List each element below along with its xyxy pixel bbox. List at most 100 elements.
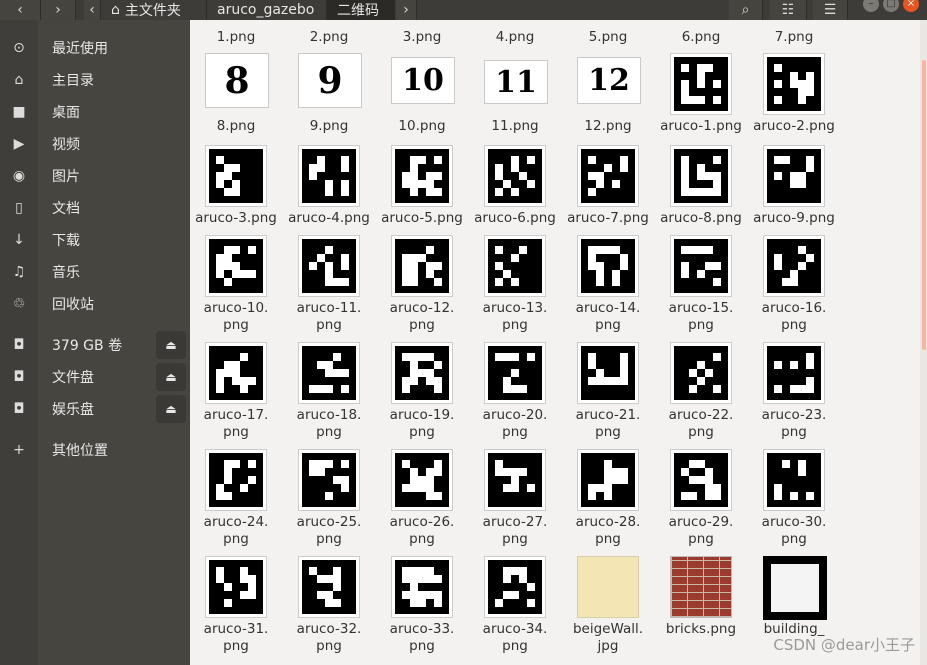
scrollbar-thumb[interactable] bbox=[922, 60, 926, 350]
marker-cell bbox=[596, 262, 604, 270]
sidebar-item[interactable]: ⊙ 最近使用 bbox=[0, 33, 190, 63]
forward-button[interactable]: › bbox=[41, 0, 76, 20]
file-item[interactable]: aruco-23. png bbox=[748, 342, 840, 452]
marker-cell bbox=[713, 80, 721, 88]
sidebar-item[interactable]: ⌂ 主目录 bbox=[0, 65, 190, 95]
marker-cell bbox=[495, 278, 503, 286]
thumbnail-number: 10 bbox=[402, 63, 444, 98]
file-item[interactable]: aruco-31. png bbox=[190, 556, 282, 665]
sidebar-item[interactable]: ■ 桌面 bbox=[0, 97, 190, 127]
marker-pattern bbox=[488, 346, 542, 400]
marker-cell bbox=[224, 164, 232, 172]
marker-cell bbox=[511, 369, 519, 377]
maximize-icon: □ bbox=[886, 0, 896, 9]
file-item[interactable]: aruco-14. png bbox=[562, 235, 654, 345]
sidebar-item-label: 其他位置 bbox=[52, 443, 108, 459]
aruco-marker-thumbnail bbox=[205, 556, 267, 618]
marker-cell bbox=[434, 460, 442, 468]
file-item[interactable]: aruco-34. png bbox=[469, 556, 561, 665]
marker-cell bbox=[410, 270, 418, 278]
marker-cell bbox=[402, 567, 410, 575]
maximize-button[interactable]: □ bbox=[883, 0, 899, 12]
sidebar-item-other-locations[interactable]: + 其他位置 bbox=[0, 435, 190, 465]
file-item[interactable]: aruco-27. png bbox=[469, 449, 561, 559]
file-item[interactable]: aruco-17. png bbox=[190, 342, 282, 452]
file-name[interactable]: 7.png bbox=[748, 29, 840, 46]
file-item[interactable]: aruco-30. png bbox=[748, 449, 840, 559]
file-item[interactable]: aruco-33. png bbox=[376, 556, 468, 665]
breadcrumb-aruco-gazebo[interactable]: aruco_gazebo bbox=[207, 0, 327, 20]
vertical-scrollbar[interactable] bbox=[920, 20, 927, 665]
close-button[interactable]: × bbox=[903, 0, 919, 12]
breadcrumb-scroll-left[interactable]: ‹ bbox=[84, 0, 101, 20]
marker-cell bbox=[588, 377, 596, 385]
marker-pattern bbox=[209, 239, 263, 293]
file-item[interactable]: aruco-26. png bbox=[376, 449, 468, 559]
sidebar-drive[interactable]: ◘ 379 GB 卷 ⏏ bbox=[0, 330, 190, 360]
file-item[interactable]: beigeWall. jpg bbox=[562, 556, 654, 665]
sidebar-item[interactable]: ↓ 下载 bbox=[0, 225, 190, 255]
back-button[interactable]: ‹ bbox=[0, 0, 41, 20]
eject-button[interactable]: ⏏ bbox=[156, 395, 186, 423]
search-button[interactable]: ⌕ bbox=[729, 0, 763, 20]
file-item[interactable]: aruco-20. png bbox=[469, 342, 561, 452]
marker-cell bbox=[224, 583, 232, 591]
file-name[interactable]: 2.png bbox=[283, 29, 375, 46]
sidebar-item[interactable]: ♫ 音乐 bbox=[0, 257, 190, 287]
file-item[interactable]: aruco-25. png bbox=[283, 449, 375, 559]
marker-cell bbox=[325, 575, 333, 583]
file-item[interactable]: aruco-24. png bbox=[190, 449, 282, 559]
file-name: aruco-31. png bbox=[203, 621, 269, 654]
marker-cell bbox=[317, 164, 325, 172]
sidebar-item[interactable]: ◉ 图片 bbox=[0, 161, 190, 191]
file-name[interactable]: 3.png bbox=[376, 29, 468, 46]
marker-cell bbox=[418, 575, 426, 583]
file-item[interactable]: aruco-19. png bbox=[376, 342, 468, 452]
eject-button[interactable]: ⏏ bbox=[156, 363, 186, 391]
marker-cell bbox=[418, 180, 426, 188]
file-item[interactable]: aruco-11. png bbox=[283, 235, 375, 345]
file-name[interactable]: 1.png bbox=[190, 29, 282, 46]
marker-pattern bbox=[395, 346, 449, 400]
chevron-left-icon: ‹ bbox=[17, 2, 23, 18]
minimize-button[interactable]: – bbox=[863, 0, 879, 12]
file-item[interactable]: bricks.png bbox=[655, 556, 747, 665]
sidebar-drive[interactable]: ◘ 文件盘 ⏏ bbox=[0, 362, 190, 392]
marker-cell bbox=[402, 484, 410, 492]
breadcrumb-scroll-right[interactable]: › bbox=[396, 0, 417, 20]
marker-cell bbox=[790, 361, 798, 369]
file-item[interactable]: aruco-22. png bbox=[655, 342, 747, 452]
file-item[interactable]: aruco-16. png bbox=[748, 235, 840, 345]
file-item[interactable]: aruco-10. png bbox=[190, 235, 282, 345]
view-options-button[interactable]: ☷ bbox=[770, 0, 807, 20]
breadcrumb-home[interactable]: ⌂ 主文件夹 bbox=[101, 0, 207, 20]
sidebar-item[interactable]: ▯ 文档 bbox=[0, 193, 190, 223]
file-item[interactable]: aruco-12. png bbox=[376, 235, 468, 345]
marker-cell bbox=[782, 278, 790, 286]
file-item[interactable]: aruco-18. png bbox=[283, 342, 375, 452]
marker-cell bbox=[620, 377, 628, 385]
file-item[interactable]: aruco-28. png bbox=[562, 449, 654, 559]
marker-cell bbox=[798, 246, 806, 254]
marker-cell bbox=[612, 180, 620, 188]
marker-cell bbox=[325, 599, 333, 607]
file-item[interactable]: aruco-21. png bbox=[562, 342, 654, 452]
sidebar-item[interactable]: ♲ 回收站 bbox=[0, 289, 190, 319]
eject-button[interactable]: ⏏ bbox=[156, 331, 186, 359]
file-item[interactable]: aruco-32. png bbox=[283, 556, 375, 665]
marker-cell bbox=[232, 361, 240, 369]
sidebar-item[interactable]: ▶ 视频 bbox=[0, 129, 190, 159]
breadcrumb-current[interactable]: 二维码 bbox=[327, 0, 395, 20]
file-item[interactable]: aruco-15. png bbox=[655, 235, 747, 345]
file-name[interactable]: 4.png bbox=[469, 29, 561, 46]
chevron-right-icon: › bbox=[403, 2, 409, 18]
sidebar-drive[interactable]: ◘ 娱乐盘 ⏏ bbox=[0, 394, 190, 424]
menu-button[interactable]: ☰ bbox=[813, 0, 848, 20]
marker-cell bbox=[782, 156, 790, 164]
file-item[interactable]: aruco-13. png bbox=[469, 235, 561, 345]
marker-cell bbox=[240, 385, 248, 393]
file-item[interactable]: aruco-29. png bbox=[655, 449, 747, 559]
file-name[interactable]: 6.png bbox=[655, 29, 747, 46]
marker-cell bbox=[689, 188, 697, 196]
file-name[interactable]: 5.png bbox=[562, 29, 654, 46]
